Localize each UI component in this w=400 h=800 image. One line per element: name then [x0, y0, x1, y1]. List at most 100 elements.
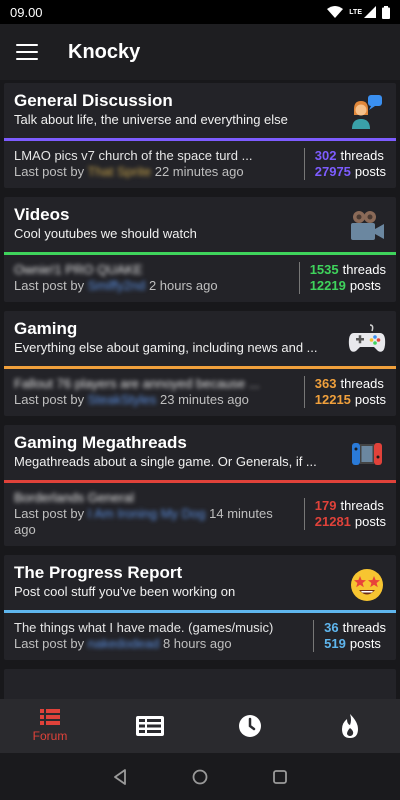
thread-count: 363 [314, 376, 337, 391]
posts-label: posts [349, 636, 381, 651]
last-post-prefix: Last post by [14, 392, 85, 407]
subforum-stats: 302 threads 27975 posts [303, 148, 386, 180]
last-post-user[interactable]: That Sprite [88, 164, 152, 179]
subforum-title[interactable]: The Progress Report [14, 563, 386, 583]
last-post-row[interactable]: Borderlands General Last post by I Am Ir… [4, 483, 396, 546]
nav-forum[interactable]: Forum [0, 699, 100, 753]
post-count: 519 [324, 636, 346, 651]
subforum-stats: 36 threads 519 posts [313, 620, 386, 652]
back-icon[interactable] [112, 768, 128, 785]
menu-icon[interactable] [16, 44, 38, 60]
last-post-user[interactable]: I Am Ironing My Dog [88, 506, 206, 521]
last-post-info[interactable]: Borderlands General Last post by I Am Ir… [14, 490, 304, 538]
last-thread-title[interactable]: LMAO pics v7 church of the space turd ..… [14, 148, 296, 164]
subforum-stats: 1535 threads 12219 posts [298, 262, 386, 294]
subforum-title[interactable]: General Discussion [14, 91, 386, 111]
video-camera-icon [351, 211, 384, 240]
post-count: 12219 [309, 278, 346, 293]
last-post-row[interactable]: LMAO pics v7 church of the space turd ..… [4, 141, 396, 188]
subforum-card-gaming[interactable]: Gaming Everything else about gaming, inc… [4, 311, 396, 416]
last-post-time: 23 minutes ago [160, 392, 249, 407]
recents-icon[interactable] [272, 769, 288, 785]
last-post-line: Last post by SteakStyles 23 minutes ago [14, 392, 296, 408]
subforum-stats: 179 threads 21281 posts [303, 498, 386, 530]
network-type: LTE [349, 8, 362, 16]
last-thread-title[interactable]: The things what I have made. (games/musi… [14, 620, 305, 636]
last-post-user[interactable]: Smiffy2nd [88, 278, 146, 293]
last-thread-title[interactable]: Borderlands General [14, 490, 296, 506]
post-count: 12215 [314, 392, 351, 407]
threads-label: threads [342, 620, 386, 635]
last-thread-title[interactable]: Fallout 76 players are annoyed because .… [14, 376, 296, 392]
threads-icon [136, 716, 164, 736]
forum-icon [40, 709, 60, 725]
nav-threads[interactable] [100, 699, 200, 753]
nav-recent[interactable] [200, 699, 300, 753]
last-thread-title[interactable]: Ownie!1 PRO QUAKE [14, 262, 291, 278]
threads-label: threads [340, 148, 384, 163]
subforum-description: Everything else about gaming, including … [14, 340, 318, 355]
subforum-card-videos[interactable]: Videos Cool youtubes we should watch Own… [4, 197, 396, 302]
subforum-header[interactable]: Gaming Megathreads Megathreads about a s… [4, 425, 396, 483]
threads-label: threads [342, 262, 386, 277]
posts-label: posts [354, 514, 386, 529]
last-post-time: 22 minutes ago [154, 164, 244, 179]
subforum-header[interactable]: General Discussion Talk about life, the … [4, 83, 396, 141]
status-bar: 09.00 LTE [0, 0, 400, 24]
last-post-line: Last post by Smiffy2nd 2 hours ago [14, 278, 291, 294]
post-count: 21281 [314, 514, 351, 529]
signal-icon [364, 6, 376, 18]
thread-count: 1535 [309, 262, 339, 277]
posts-label: posts [349, 278, 381, 293]
bottom-navigation: Forum [0, 699, 400, 753]
last-post-info[interactable]: Ownie!1 PRO QUAKE Last post by Smiffy2nd… [14, 262, 299, 294]
last-post-user[interactable]: SteakStyles [88, 392, 157, 407]
subforum-stats: 363 threads 12215 posts [303, 376, 386, 408]
subforum-description: Megathreads about a single game. Or Gene… [14, 454, 317, 469]
app-title: Knocky [68, 40, 141, 63]
subforum-title[interactable]: Gaming [14, 319, 386, 339]
last-post-prefix: Last post by [14, 636, 85, 651]
last-post-time: 2 hours ago [148, 278, 218, 293]
subforum-title[interactable]: Videos [14, 205, 386, 225]
gamepad-icon [348, 324, 386, 352]
star-struck-icon [351, 569, 383, 601]
last-post-row[interactable]: Fallout 76 players are annoyed because .… [4, 369, 396, 416]
clock-icon [239, 715, 261, 737]
subforum-card-progress-report[interactable]: The Progress Report Post cool stuff you'… [4, 555, 396, 660]
thread-count: 302 [314, 148, 337, 163]
fire-icon [342, 714, 358, 738]
subforum-description: Post cool stuff you've been working on [14, 584, 236, 599]
wifi-icon [327, 6, 344, 18]
last-post-info[interactable]: The things what I have made. (games/musi… [14, 620, 313, 652]
nav-forum-label: Forum [32, 729, 68, 743]
subforum-header[interactable]: Videos Cool youtubes we should watch [4, 197, 396, 255]
posts-label: posts [354, 164, 386, 179]
last-post-prefix: Last post by [14, 506, 85, 521]
post-count: 27975 [314, 164, 351, 179]
last-post-line: Last post by nakedodead 8 hours ago [14, 636, 305, 652]
subforum-card-gaming-megathreads[interactable]: Gaming Megathreads Megathreads about a s… [4, 425, 396, 546]
subforum-card-partial[interactable] [4, 669, 396, 699]
last-post-prefix: Last post by [14, 278, 85, 293]
last-post-line: Last post by I Am Ironing My Dog 14 minu… [14, 506, 296, 538]
last-post-info[interactable]: Fallout 76 players are annoyed because .… [14, 376, 304, 408]
last-post-row[interactable]: The things what I have made. (games/musi… [4, 613, 396, 660]
subforum-title[interactable]: Gaming Megathreads [14, 433, 386, 453]
thread-count: 36 [324, 620, 339, 635]
nav-popular[interactable] [300, 699, 400, 753]
subforum-list[interactable]: General Discussion Talk about life, the … [0, 80, 400, 699]
home-icon[interactable] [192, 769, 208, 785]
subforum-header[interactable]: Gaming Everything else about gaming, inc… [4, 311, 396, 369]
subforum-header[interactable]: The Progress Report Post cool stuff you'… [4, 555, 396, 613]
subforum-card-general-discussion[interactable]: General Discussion Talk about life, the … [4, 83, 396, 188]
system-navigation-bar [0, 753, 400, 800]
person-chat-icon [352, 95, 382, 129]
last-post-info[interactable]: LMAO pics v7 church of the space turd ..… [14, 148, 304, 180]
battery-icon [382, 5, 390, 19]
last-post-user[interactable]: nakedodead [88, 636, 160, 651]
game-console-icon [352, 443, 382, 465]
last-post-row[interactable]: Ownie!1 PRO QUAKE Last post by Smiffy2nd… [4, 255, 396, 302]
app-bar: Knocky [0, 24, 400, 80]
threads-label: threads [340, 376, 384, 391]
